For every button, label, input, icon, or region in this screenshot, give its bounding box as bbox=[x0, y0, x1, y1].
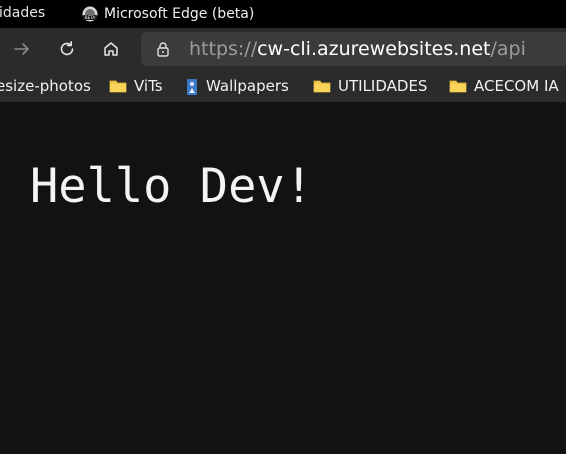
url-scheme: https:// bbox=[189, 38, 258, 60]
folder-icon bbox=[313, 78, 331, 94]
folder-icon bbox=[109, 78, 127, 94]
home-icon bbox=[104, 42, 118, 56]
arrow-right-icon bbox=[14, 43, 29, 55]
bookmark-vits[interactable]: ViTs bbox=[109, 70, 163, 102]
home-button[interactable] bbox=[99, 37, 123, 61]
lock-icon[interactable] bbox=[155, 41, 171, 57]
url-text[interactable]: https://cw-cli.azurewebsites.net/api bbox=[189, 32, 526, 66]
url-path: /api bbox=[490, 38, 526, 60]
bookmark-wallpapers[interactable]: Wallpapers bbox=[185, 70, 289, 102]
bookmark-label: UTILIDADES bbox=[338, 77, 428, 95]
page-heading: Hello Dev! bbox=[30, 159, 313, 214]
folder-icon bbox=[449, 78, 467, 94]
os-panel-left-text: idades bbox=[0, 5, 46, 21]
bookmark-resize-photos[interactable]: esize-photos bbox=[0, 70, 91, 102]
reload-button[interactable] bbox=[55, 37, 79, 61]
bookmark-label: ViTs bbox=[134, 77, 163, 95]
os-top-panel: idades BETA Microsoft Edge (beta) bbox=[0, 0, 566, 28]
bookmark-label: esize-photos bbox=[0, 77, 91, 95]
os-app-indicator[interactable]: BETA Microsoft Edge (beta) bbox=[82, 0, 254, 28]
url-host: cw-cli.azurewebsites.net bbox=[257, 38, 491, 60]
browser-window: idades BETA Microsoft Edge (beta) https:… bbox=[0, 0, 566, 454]
bookmark-acecom-ia[interactable]: ACECOM IA bbox=[449, 70, 559, 102]
reload-icon bbox=[60, 41, 74, 56]
forward-button[interactable] bbox=[10, 37, 34, 61]
bookmarks-bar: esize-photos ViTs Wallpapers UTILIDADES … bbox=[0, 70, 566, 102]
browser-toolbar: https://cw-cli.azurewebsites.net/api bbox=[0, 28, 566, 70]
edge-beta-icon: BETA bbox=[82, 6, 98, 22]
address-bar[interactable]: https://cw-cli.azurewebsites.net/api bbox=[141, 32, 566, 66]
page-content: Hello Dev! bbox=[0, 102, 566, 454]
os-app-title: Microsoft Edge (beta) bbox=[104, 6, 255, 22]
wallpaper-icon bbox=[185, 78, 199, 95]
svg-text:BETA: BETA bbox=[85, 15, 95, 20]
bookmark-utilidades[interactable]: UTILIDADES bbox=[313, 70, 427, 102]
bookmark-label: ACECOM IA bbox=[474, 77, 559, 95]
bookmark-label: Wallpapers bbox=[206, 77, 289, 95]
